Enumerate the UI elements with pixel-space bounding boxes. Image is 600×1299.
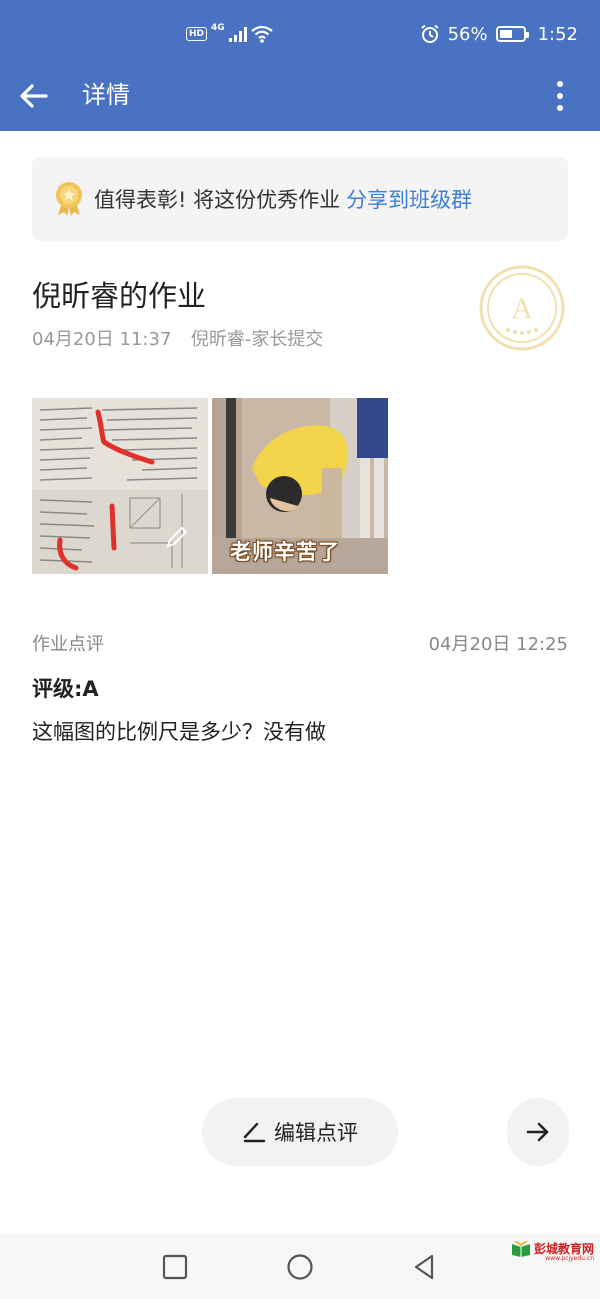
review-label: 作业点评 xyxy=(32,634,104,655)
hd-icon: HD xyxy=(186,27,208,41)
medal-icon xyxy=(56,182,82,216)
edit-review-button[interactable]: 编辑点评 xyxy=(202,1098,398,1166)
system-nav-bar: 彭城教育网 www.pcjyedu.cn xyxy=(0,1234,600,1299)
next-button[interactable] xyxy=(507,1098,569,1166)
more-vertical-icon[interactable] xyxy=(542,76,578,116)
status-bar: HD 4G 56% 1:52 xyxy=(0,0,600,66)
battery-percent: 56% xyxy=(447,23,488,45)
status-left: HD 4G xyxy=(186,22,273,46)
watermark: 彭城教育网 www.pcjyedu.cn xyxy=(511,1240,594,1262)
svg-text:A: A xyxy=(511,292,533,325)
recent-apps-icon[interactable] xyxy=(160,1252,190,1282)
signal-icon xyxy=(228,26,247,42)
homework-photo-textbook[interactable] xyxy=(32,398,208,574)
wifi-icon xyxy=(250,25,273,43)
photo-bowing-child[interactable]: 老师辛苦了 xyxy=(212,398,388,574)
grade-stamp: A xyxy=(479,265,565,351)
edit-review-label: 编辑点评 xyxy=(274,1121,358,1145)
back-arrow-icon[interactable] xyxy=(16,78,52,114)
submit-date: 04月20日 11:37 xyxy=(32,329,172,350)
praise-text: 值得表彰! 将这份优秀作业 xyxy=(94,188,341,212)
page-title: 详情 xyxy=(82,81,130,109)
edit-pen-icon xyxy=(243,1122,266,1143)
book-logo-icon xyxy=(511,1240,530,1257)
network-type: 4G xyxy=(211,23,225,33)
back-triangle-icon[interactable] xyxy=(410,1252,440,1282)
homework-title: 倪昕睿的作业 xyxy=(32,279,207,313)
praise-banner: 值得表彰! 将这份优秀作业 分享到班级群 xyxy=(32,157,568,241)
status-right: 56% 1:52 xyxy=(420,20,578,48)
share-to-class-link[interactable]: 分享到班级群 xyxy=(346,184,472,214)
home-icon[interactable] xyxy=(285,1252,315,1282)
homework-meta: 04月20日 11:37 倪昕睿-家长提交 xyxy=(32,328,323,352)
arrow-right-icon xyxy=(526,1122,549,1142)
image-caption: 老师辛苦了 xyxy=(230,540,340,564)
status-time: 1:52 xyxy=(537,23,578,45)
battery-icon xyxy=(495,26,529,42)
top-bar: HD 4G 56% 1:52 详情 xyxy=(0,0,600,131)
app-bar: 详情 xyxy=(0,66,600,131)
submitter: 倪昕睿-家长提交 xyxy=(190,329,324,350)
review-comment: 这幅图的比例尺是多少？没有做 xyxy=(32,720,326,744)
review-grade: 评级:A xyxy=(32,677,99,701)
alarm-icon xyxy=(420,24,439,43)
watermark-url: www.pcjyedu.cn xyxy=(545,1255,594,1262)
review-time: 04月20日 12:25 xyxy=(428,634,568,655)
attachment-thumbnails: 老师辛苦了 xyxy=(32,398,388,574)
